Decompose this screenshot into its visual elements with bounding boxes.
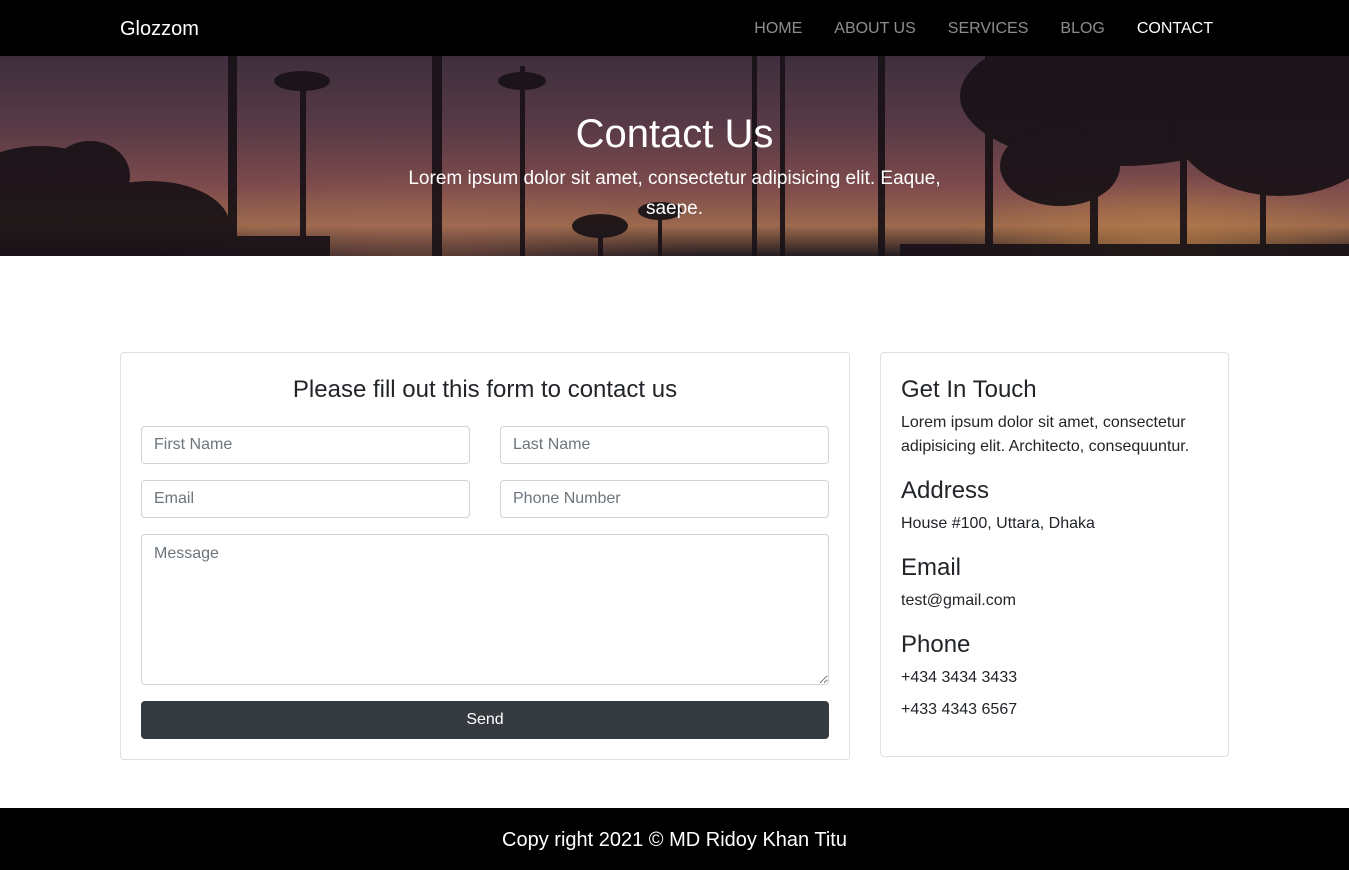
phone-heading: Phone [901,631,971,658]
get-in-touch-text: Lorem ipsum dolor sit amet, consectetur … [901,414,1190,455]
brand-logo[interactable]: Glozzom [120,17,199,41]
page-title: Contact Us [575,112,774,156]
navbar: Glozzom HOME ABOUT US SERVICES BLOG CONT… [0,0,1349,56]
nav-link-home[interactable]: HOME [754,19,802,39]
email-heading: Email [901,554,962,581]
nav-link-blog[interactable]: BLOG [1060,19,1104,39]
nav-links: HOME ABOUT US SERVICES BLOG CONTACT [754,19,1213,39]
hero-banner: Contact Us Lorem ipsum dolor sit amet, c… [0,56,1349,256]
phone-number-1: +434 3434 3433 [901,669,1018,686]
email-input[interactable] [141,480,470,518]
address-text: House #100, Uttara, Dhaka [901,515,1095,532]
email-text: test@gmail.com [901,592,1016,609]
nav-link-about-us[interactable]: ABOUT US [834,19,916,39]
copyright-text: Copy right 2021 © MD Ridoy Khan Titu [502,829,847,851]
send-button[interactable]: Send [141,701,829,739]
form-title: Please fill out this form to contact us [292,376,678,403]
message-textarea[interactable] [141,534,829,685]
contact-form-card: Please fill out this form to contact us … [120,352,850,760]
footer: Copy right 2021 © MD Ridoy Khan Titu [0,808,1349,870]
first-name-input[interactable] [141,426,470,464]
address-heading: Address [901,477,990,504]
hero-subtitle: Lorem ipsum dolor sit amet, consectetur … [408,168,941,219]
nav-link-contact[interactable]: CONTACT [1137,19,1213,39]
phone-number-2: +433 4343 6567 [901,701,1018,718]
contact-info-card: Get In Touch Lorem ipsum dolor sit amet,… [880,352,1229,757]
get-in-touch-heading: Get In Touch [901,376,1037,403]
phone-number-input[interactable] [500,480,829,518]
nav-link-services[interactable]: SERVICES [948,19,1029,39]
last-name-input[interactable] [500,426,829,464]
